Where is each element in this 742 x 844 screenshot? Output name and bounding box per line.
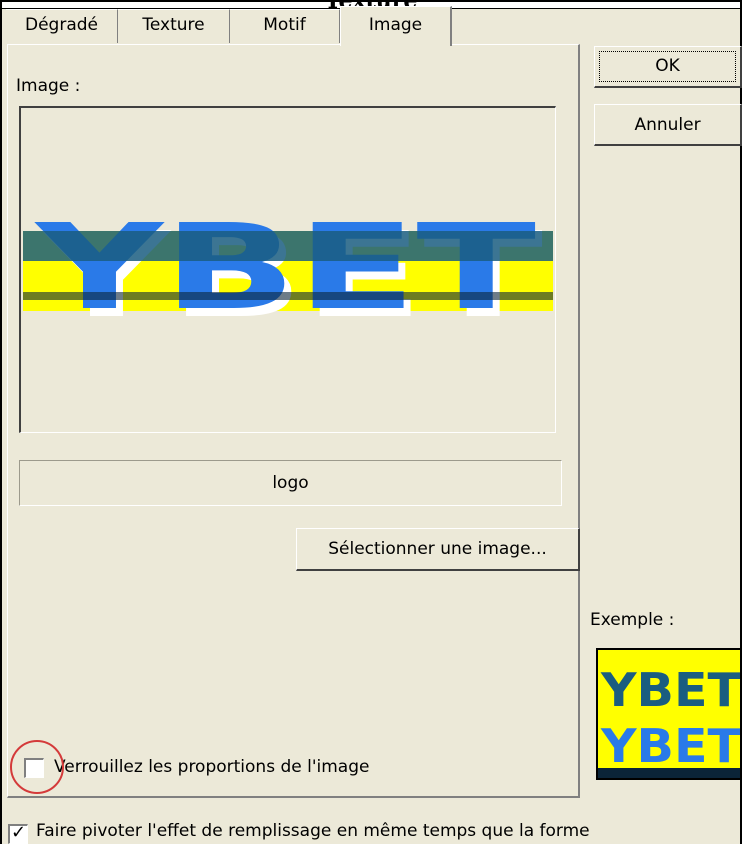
svg-text:YBET: YBET [33,198,536,336]
sample-label: Exemple : [590,610,675,630]
rotate-fill-label[interactable]: Faire pivoter l'effet de remplissage en … [36,821,590,841]
lock-proportions-label[interactable]: Verrouillez les proportions de l'image [54,757,369,777]
tab-motif[interactable]: Motif [230,9,340,43]
cancel-button-label: Annuler [634,115,701,135]
tab-image[interactable]: Image [340,6,452,46]
image-name-field: logo [19,460,562,506]
tab-degrade[interactable]: Dégradé [6,9,118,43]
select-image-button-label: Sélectionner une image... [328,539,547,559]
ok-button-focus-ring [599,51,736,82]
checkmark-icon: ✓ [11,822,27,843]
ybet-logo-image: YBET YBET [23,198,553,344]
ok-button[interactable]: OK [594,46,742,88]
sample-preview: YBET YBET [596,648,742,780]
rotate-fill-checkbox[interactable]: ✓ [8,822,28,844]
cancel-button[interactable]: Annuler [594,104,742,146]
select-image-button[interactable]: Sélectionner une image... [296,528,580,571]
svg-text:YBET: YBET [600,663,742,717]
svg-text:YBET: YBET [600,719,742,773]
frame-left [0,0,2,844]
image-label: Image : [16,76,81,96]
tab-texture[interactable]: Texture [118,9,230,43]
image-preview: YBET YBET [19,106,556,433]
sample-texture-image: YBET YBET [598,650,742,778]
red-annotation-circle [10,740,64,794]
